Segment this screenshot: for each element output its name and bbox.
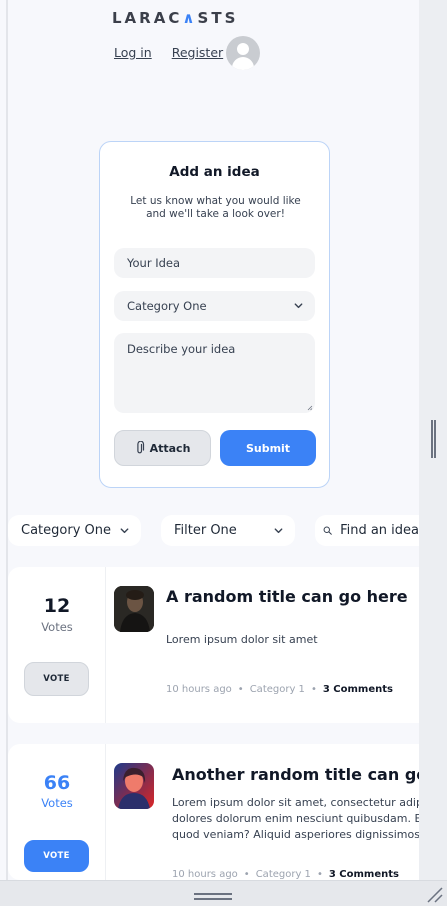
idea-body-line: dolores dolorum enim nesciunt quibusdam.… <box>172 812 419 825</box>
meta-separator: • <box>310 684 317 695</box>
horizontal-resize-handle[interactable] <box>431 420 436 458</box>
form-description: Let us know what you would like and we'l… <box>130 195 301 220</box>
meta-separator: • <box>316 869 323 880</box>
idea-title[interactable]: A random title can go here <box>166 587 408 606</box>
category-select-value: Category One <box>127 299 207 313</box>
idea-meta: 10 hours ago • Category 1 • 3 Comments <box>172 869 399 880</box>
corner-resize-icon[interactable] <box>424 884 444 904</box>
idea-card[interactable]: 66 Votes VOTE Another random title can g… <box>8 744 419 880</box>
auth-links: Log in Register <box>114 45 223 60</box>
idea-description-textarea[interactable]: Describe your idea <box>114 333 315 413</box>
meta-separator: • <box>237 684 244 695</box>
meta-separator: • <box>243 869 250 880</box>
idea-meta: 10 hours ago • Category 1 • 3 Comments <box>166 684 393 695</box>
other-filter-value: Filter One <box>174 523 237 538</box>
search-input[interactable]: Find an idea <box>315 515 419 546</box>
idea-time: 10 hours ago <box>166 684 232 695</box>
author-avatar[interactable] <box>114 586 154 632</box>
idea-title[interactable]: Another random title can go here <box>172 765 419 784</box>
idea-time: 10 hours ago <box>172 869 238 880</box>
other-filter[interactable]: Filter One <box>161 515 295 546</box>
add-idea-form: Add an idea Let us know what you would l… <box>99 141 330 488</box>
idea-body: Lorem ipsum dolor sit amet, consectetur … <box>172 795 419 843</box>
idea-comments-link[interactable]: 3 Comments <box>329 869 399 880</box>
idea-card[interactable]: 12 Votes VOTE A random title can go here… <box>8 567 419 723</box>
idea-category: Category 1 <box>249 684 305 695</box>
vote-button[interactable]: VOTE <box>24 662 89 696</box>
chevron-down-icon <box>294 303 303 309</box>
idea-body: Lorem ipsum dolor sit amet <box>166 633 318 646</box>
idea-title-input[interactable]: Your Idea <box>114 248 315 278</box>
vertical-resize-handle[interactable] <box>194 893 232 900</box>
vote-button[interactable]: VOTE <box>24 840 89 872</box>
laracasts-logo[interactable]: LARAC∧STS <box>112 9 238 27</box>
logo-accent: ∧ <box>182 9 198 27</box>
idea-description-placeholder: Describe your idea <box>127 342 236 356</box>
site-header: LARAC∧STS Log in Register <box>0 0 419 80</box>
idea-title-placeholder: Your Idea <box>127 256 181 270</box>
resize-handle-icon[interactable] <box>307 405 313 411</box>
idea-category: Category 1 <box>255 869 311 880</box>
attach-label: Attach <box>149 441 191 455</box>
chevron-down-icon <box>274 528 283 534</box>
form-title: Add an idea <box>169 164 260 180</box>
vote-column: 66 Votes VOTE <box>8 744 106 880</box>
chevron-down-icon <box>120 528 129 534</box>
vote-column: 12 Votes VOTE <box>8 567 106 723</box>
submit-button[interactable]: Submit <box>220 430 316 466</box>
logo-text-right: STS <box>197 9 239 27</box>
author-avatar[interactable] <box>114 763 154 809</box>
search-icon <box>323 526 332 535</box>
vote-label: Votes <box>41 620 73 634</box>
user-avatar-icon[interactable] <box>226 36 260 70</box>
logo-text-left: LARAC <box>112 9 183 27</box>
login-link[interactable]: Log in <box>114 45 152 60</box>
idea-comments-link[interactable]: 3 Comments <box>323 684 393 695</box>
vote-count: 66 <box>43 772 71 794</box>
idea-body-line: quod veniam? Aliquid asperiores dignissi… <box>172 828 419 841</box>
search-placeholder: Find an idea <box>340 523 419 538</box>
vote-count: 12 <box>43 595 71 617</box>
category-filter[interactable]: Category One <box>8 515 141 546</box>
vote-label: Votes <box>41 796 73 810</box>
category-select[interactable]: Category One <box>114 291 315 321</box>
attach-button[interactable]: Attach <box>114 430 211 466</box>
register-link[interactable]: Register <box>172 45 223 60</box>
idea-body-line: Lorem ipsum dolor sit amet, consectetur … <box>172 796 419 809</box>
paperclip-icon <box>136 441 144 454</box>
category-filter-value: Category One <box>21 523 111 538</box>
